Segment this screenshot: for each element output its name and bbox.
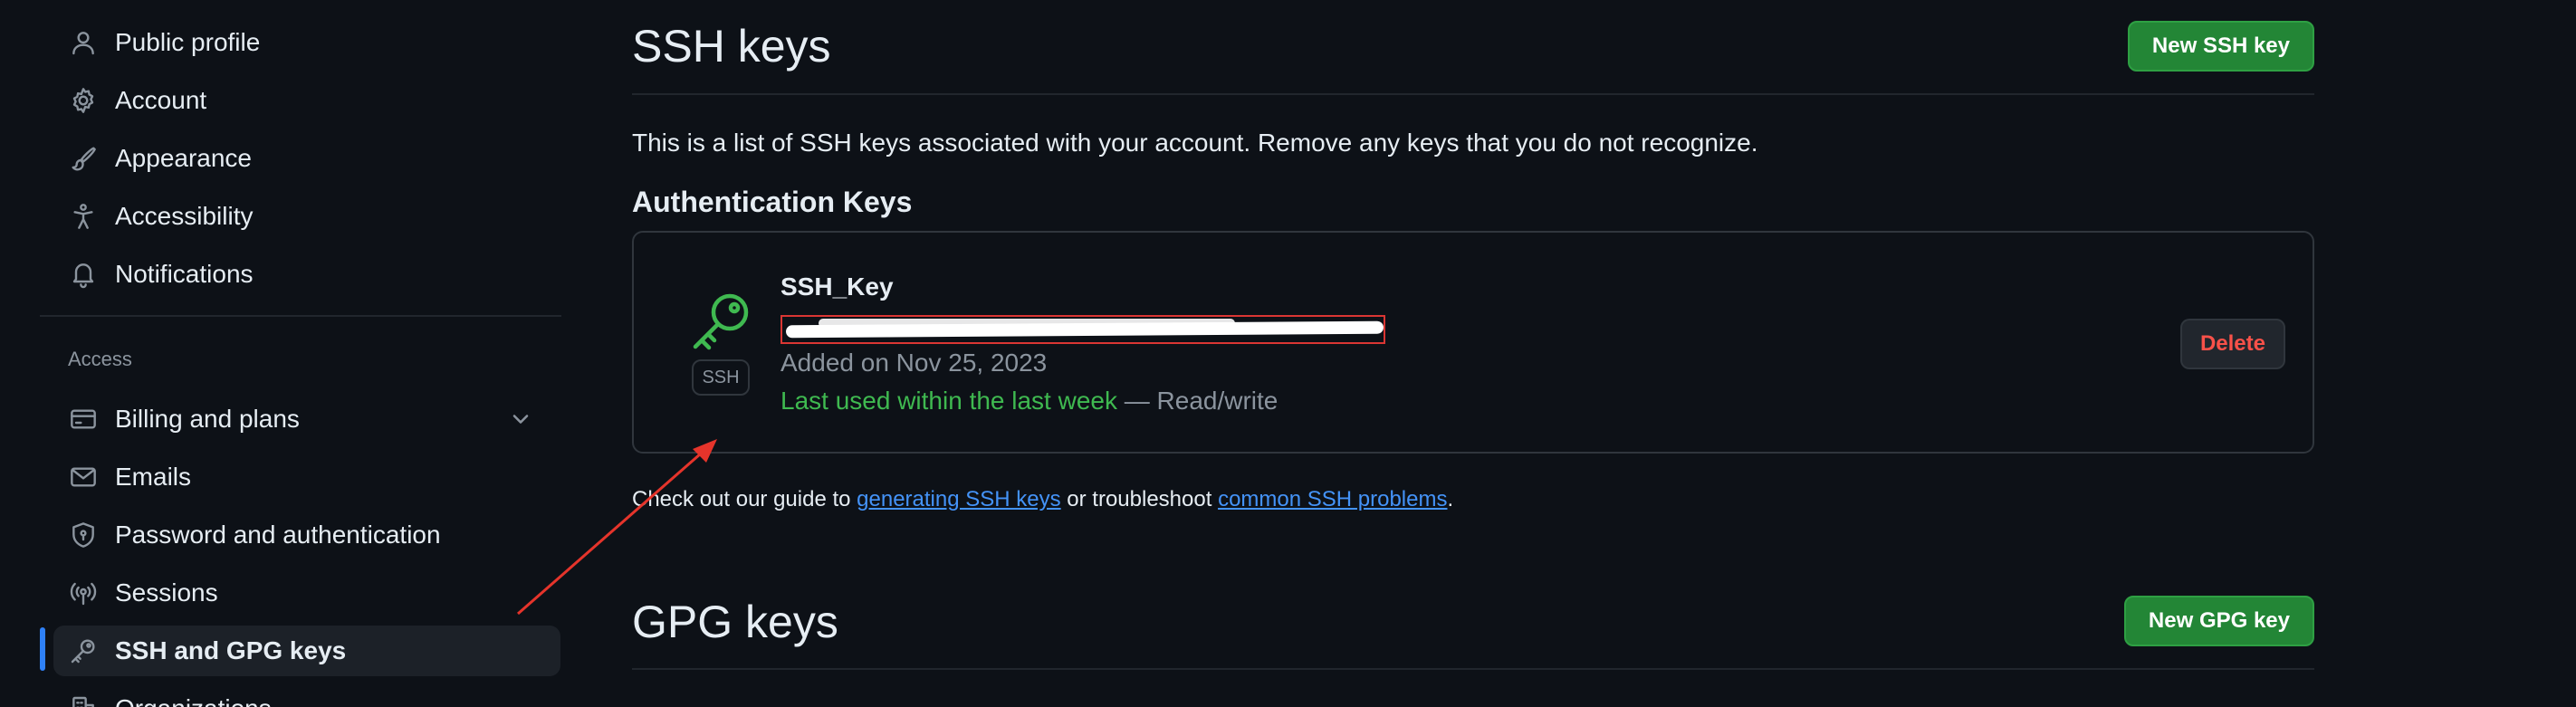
paintbrush-icon — [68, 143, 99, 174]
key-last-used: Last used within the last week — Read/wr… — [780, 387, 1278, 416]
sidebar-item-label: Organizations — [115, 694, 272, 707]
new-ssh-key-button[interactable]: New SSH key — [2127, 21, 2314, 72]
sidebar-item-account[interactable]: Account — [53, 75, 560, 126]
key-icon — [68, 635, 99, 666]
sidebar-item-label: Sessions — [115, 578, 218, 607]
key-added-date: Added on Nov 25, 2023 — [780, 349, 1048, 377]
ssh-guide-text: Check out our guide to generating SSH ke… — [632, 487, 1453, 512]
guide-suffix: . — [1447, 487, 1454, 511]
sidebar-item-billing[interactable]: Billing and plans — [53, 394, 560, 444]
accessibility-icon — [68, 201, 99, 232]
sidebar-item-password-authentication[interactable]: Password and authentication — [53, 510, 560, 560]
sidebar-divider — [40, 315, 561, 317]
auth-keys-heading: Authentication Keys — [632, 186, 913, 218]
redaction-scribble — [819, 319, 1235, 328]
active-indicator — [40, 627, 45, 671]
sidebar-item-ssh-gpg-keys[interactable]: SSH and GPG keys — [53, 626, 560, 676]
sidebar-item-label: Appearance — [115, 144, 253, 172]
sidebar-item-label: Account — [115, 86, 207, 114]
sidebar-item-organizations[interactable]: Organizations — [53, 683, 560, 707]
sidebar-item-label: Emails — [115, 463, 192, 491]
sidebar-item-appearance[interactable]: Appearance — [53, 133, 560, 184]
sidebar-item-label: Accessibility — [115, 202, 254, 230]
ssh-key-title: SSH_Key — [780, 272, 894, 301]
sidebar-item-label: Notifications — [115, 260, 254, 288]
delete-key-button[interactable]: Delete — [2179, 319, 2285, 369]
chevron-down-icon[interactable] — [508, 406, 533, 432]
redacted-fingerprint — [780, 315, 1385, 344]
sidebar-heading-access: Access — [68, 348, 132, 370]
gpg-title: GPG keys — [632, 597, 838, 647]
broadcast-icon — [68, 578, 99, 608]
guide-prefix: Check out our guide to — [632, 487, 857, 511]
bell-icon — [68, 259, 99, 290]
common-ssh-problems-link[interactable]: common SSH problems — [1218, 487, 1447, 511]
mail-icon — [68, 462, 99, 492]
guide-middle: or troubleshoot — [1060, 487, 1219, 511]
new-gpg-key-button[interactable]: New GPG key — [2123, 596, 2314, 646]
sidebar-item-emails[interactable]: Emails — [53, 452, 560, 502]
ssh-key-card: SSH SSH_Key Added on Nov 25, 2023 Last u… — [632, 231, 2314, 454]
last-used-text: Last used within the last week — [780, 387, 1117, 415]
main-content: SSH keys New SSH key This is a list of S… — [632, 0, 2314, 707]
ssh-type-badge: SSH — [692, 359, 750, 396]
sidebar-item-label: Public profile — [115, 28, 261, 56]
section-divider — [632, 93, 2314, 95]
sidebar-item-accessibility[interactable]: Accessibility — [53, 191, 560, 242]
settings-sidebar: Public profile Account Appearance Access… — [40, 0, 561, 707]
page-title: SSH keys — [632, 21, 831, 72]
access-level-text: — Read/write — [1116, 387, 1278, 415]
section-divider — [632, 668, 2314, 670]
key-icon — [690, 291, 753, 356]
gear-icon — [68, 85, 99, 116]
sidebar-item-label: SSH and GPG keys — [115, 636, 347, 664]
sidebar-item-label: Billing and plans — [115, 405, 300, 433]
sidebar-item-public-profile[interactable]: Public profile — [53, 17, 560, 68]
organization-icon — [68, 693, 99, 707]
sidebar-item-notifications[interactable]: Notifications — [53, 249, 560, 300]
sidebar-item-sessions[interactable]: Sessions — [53, 568, 560, 618]
credit-card-icon — [68, 404, 99, 435]
shield-lock-icon — [68, 520, 99, 550]
settings-page: Public profile Account Appearance Access… — [0, 0, 2576, 707]
generating-ssh-keys-link[interactable]: generating SSH keys — [857, 487, 1060, 511]
sidebar-item-label: Password and authentication — [115, 521, 441, 549]
person-icon — [68, 27, 99, 58]
ssh-intro-text: This is a list of SSH keys associated wi… — [632, 129, 1758, 157]
